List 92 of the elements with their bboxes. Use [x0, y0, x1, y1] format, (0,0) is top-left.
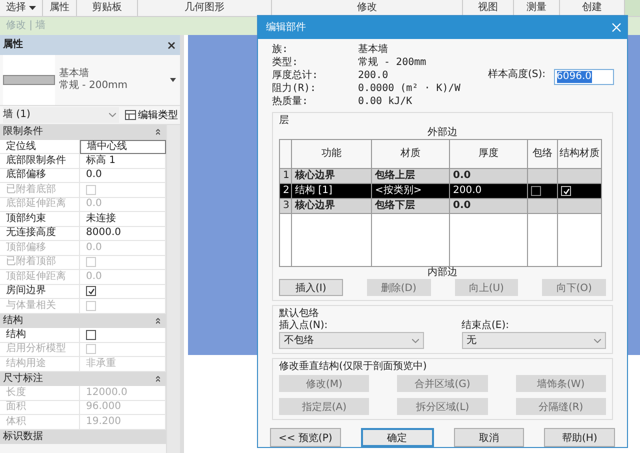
- field-label: 结束点(E):: [462, 320, 510, 332]
- field-label: 插入点(N):: [279, 320, 329, 332]
- edit-type-button[interactable]: 编辑类型: [123, 108, 180, 122]
- table-cell[interactable]: 200.0: [450, 184, 528, 198]
- info-value: 0.00 kJ/K: [358, 95, 414, 108]
- chevron-icon: [109, 113, 116, 117]
- sample-height-label: 样本高度(S):: [488, 69, 546, 81]
- table-cell[interactable]: 结构 [1]: [292, 184, 372, 198]
- dropdown[interactable]: 不包络: [279, 332, 424, 349]
- info-label: 厚度总计:: [272, 69, 320, 82]
- group-header[interactable]: 标识数据: [0, 430, 166, 444]
- group-label: 层: [279, 115, 289, 127]
- scrollbar[interactable]: [166, 125, 180, 453]
- property-label: 房间边界: [0, 284, 80, 298]
- property-value[interactable]: 墙中心线: [80, 140, 166, 154]
- property-label: 体积: [0, 415, 80, 428]
- property-label: 顶部约束: [0, 212, 80, 226]
- table-cell[interactable]: 0.0: [450, 198, 528, 214]
- ribbon-tab[interactable]: 属性: [43, 0, 77, 16]
- property-label: 顶部偏移: [0, 241, 80, 254]
- column-header: 包络: [528, 140, 558, 168]
- property-label: 结构用途: [0, 357, 80, 370]
- row-number: 2: [280, 184, 292, 198]
- row-number: 1: [280, 168, 292, 184]
- group-header[interactable]: 尺寸标注: [0, 372, 166, 386]
- property-label: 面积: [0, 400, 80, 414]
- type-name: 常规 - 200mm: [59, 80, 129, 92]
- sample-height-field[interactable]: 6096.0: [554, 69, 614, 85]
- caret-icon: [170, 78, 176, 82]
- property-label: 无连接高度: [0, 226, 80, 240]
- property-label: 结构: [0, 328, 80, 342]
- column-header: 结构材质: [558, 140, 602, 168]
- group-header[interactable]: 结构: [0, 314, 166, 328]
- close-icon[interactable]: [168, 42, 175, 48]
- dialog-title: 编辑部件: [266, 22, 306, 34]
- dialog-button[interactable]: 取消: [454, 428, 524, 447]
- group-header[interactable]: 限制条件: [0, 125, 166, 140]
- info-label: 类型:: [272, 56, 300, 69]
- info-label: 热质量:: [272, 95, 310, 108]
- property-label: 底部限制条件: [0, 154, 80, 168]
- column-header: 材质: [372, 140, 450, 168]
- chevron-icon: [412, 338, 418, 342]
- type-family: 基本墙: [59, 68, 90, 80]
- edit-type-icon: [125, 110, 136, 120]
- collapse-icon: [156, 318, 160, 324]
- dialog-button[interactable]: << 预览(P): [270, 428, 341, 447]
- table-cell[interactable]: 核心边界: [292, 198, 372, 214]
- table-cell[interactable]: 核心边界: [292, 168, 372, 184]
- caret-icon: [29, 6, 36, 10]
- table-cell[interactable]: <按类别>: [372, 184, 450, 198]
- dropdown[interactable]: 无: [462, 332, 606, 349]
- info-value: 200.0: [358, 69, 390, 82]
- row-number: 3: [280, 198, 292, 214]
- chevron-icon: [594, 338, 601, 342]
- dialog-button[interactable]: 帮助(H): [544, 428, 615, 447]
- info-label: 族:: [272, 43, 290, 56]
- checkbox[interactable]: [86, 286, 96, 296]
- ribbon-background: [625, 0, 640, 16]
- info-value: 基本墙: [358, 43, 389, 56]
- checkbox[interactable]: [561, 186, 571, 196]
- property-label: 与体量相关: [0, 299, 80, 312]
- checkbox[interactable]: [531, 186, 541, 196]
- group-label: 修改垂直结构(仅限于剖面预览中): [279, 361, 427, 373]
- ribbon-tab[interactable]: 剪贴板: [77, 0, 138, 16]
- column-header: 厚度: [450, 140, 528, 168]
- collapse-icon: [156, 376, 160, 382]
- layer-button[interactable]: 插入(I): [279, 279, 343, 296]
- exterior-side-label: 外部边: [428, 127, 458, 139]
- property-label: 顶部延伸距离: [0, 270, 80, 284]
- wall-preview-icon: [3, 55, 55, 105]
- property-label: 底部延伸距离: [0, 198, 80, 211]
- interior-side-label: 内部边: [428, 267, 458, 279]
- checkbox[interactable]: [86, 330, 96, 340]
- property-label: 已附着顶部: [0, 256, 80, 269]
- group-label: 默认包络: [279, 308, 319, 320]
- property-label: 底部偏移: [0, 168, 80, 182]
- info-value: 常规 - 200mm: [358, 56, 428, 69]
- property-label: 长度: [0, 386, 80, 400]
- property-label: 已附着底部: [0, 183, 80, 196]
- dialog-button[interactable]: 确定: [360, 428, 434, 447]
- property-label: 启用分析模型: [0, 342, 80, 356]
- collapse-icon: [156, 129, 160, 136]
- table-cell[interactable]: 包络上层: [372, 168, 450, 184]
- type-selector[interactable]: 基本墙 常规 - 200mm: [0, 55, 180, 106]
- instance-dropdown[interactable]: 墙 (1): [3, 107, 119, 123]
- table-cell[interactable]: 包络下层: [372, 198, 450, 214]
- column-header: 功能: [292, 140, 372, 168]
- info-label: 阻力(R):: [272, 82, 318, 95]
- panel-title: 属性: [3, 39, 23, 51]
- info-value: 0.0000 (m² · K)/W: [358, 82, 462, 95]
- ribbon-tab[interactable]: 选择: [0, 0, 43, 16]
- table-cell[interactable]: 0.0: [450, 168, 528, 184]
